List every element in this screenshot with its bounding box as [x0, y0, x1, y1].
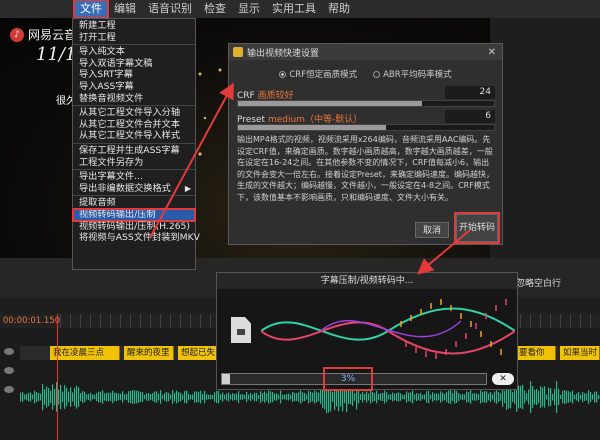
menu-item-new-project[interactable]: 新建工程	[73, 20, 195, 32]
app-icon	[233, 47, 243, 57]
menu-edit[interactable]: 编辑	[108, 0, 142, 18]
preset-param: Preset medium（中等-默认） 6	[237, 110, 495, 131]
menu-help[interactable]: 帮助	[322, 0, 356, 18]
crf-slider[interactable]	[237, 100, 495, 107]
ignore-blank-label: 忽略空白行	[516, 279, 562, 289]
progress-title: 字幕压制/视频转码中...	[217, 273, 517, 289]
progress-bar-fill	[222, 374, 230, 384]
mode-selector: CRF恒定画质模式 ABR平均码率模式	[229, 68, 502, 80]
crf-value[interactable]: 24	[445, 86, 495, 99]
menu-item-replace-media[interactable]: 替换音视频文件	[73, 93, 195, 105]
menu-bar: 文件 编辑 语音识别 检查 显示 实用工具 帮助	[0, 0, 600, 19]
menu-item-save-as[interactable]: 工程文件另存为	[73, 157, 195, 169]
menu-check[interactable]: 检查	[198, 0, 232, 18]
menu-item-save-ass[interactable]: 保存工程并生成ASS字幕	[73, 145, 195, 157]
menu-separator	[73, 142, 195, 144]
logo-text: 网易云音	[28, 28, 77, 42]
eye-icon[interactable]	[4, 348, 14, 355]
timecode-display: 00:00:01.150	[3, 316, 61, 326]
menu-item-mux-mkv[interactable]: 将视频与ASS文件封装到MKV	[73, 232, 200, 244]
preset-slider[interactable]	[237, 124, 495, 131]
track-icons	[4, 348, 16, 405]
eye-icon[interactable]	[4, 386, 14, 393]
radio-abr[interactable]: ABR平均码率模式	[373, 68, 452, 80]
preset-value[interactable]: 6	[445, 110, 495, 123]
menu-separator	[73, 105, 195, 107]
playhead[interactable]	[57, 314, 58, 440]
eye-icon[interactable]	[4, 367, 14, 374]
radio-unchecked-icon	[373, 71, 381, 78]
subtitle-clip[interactable]: 我在凌晨三点	[50, 346, 120, 360]
netease-logo: ♪ 网易云音	[10, 26, 76, 43]
start-transcode-button[interactable]: 开始转码	[454, 212, 500, 244]
progress-percent: 3%	[323, 367, 373, 391]
dialog-description: 输出MP4格式的视频，视频流采用x264编码，音频流采用AAC编码。先设定CRF…	[237, 135, 494, 202]
close-icon[interactable]: ✕	[488, 47, 496, 58]
dialog-title: 输出视频快速设置	[247, 48, 320, 59]
netease-logo-icon: ♪	[10, 27, 24, 42]
file-menu-dropdown: 新建工程 打开工程 导入纯文本 导入双语字幕文稿 导入SRT字幕 导入ASS字幕…	[72, 18, 200, 270]
menu-speech[interactable]: 语音识别	[142, 0, 198, 18]
menu-item-import-text[interactable]: 导入纯文本	[73, 46, 195, 58]
cancel-progress-icon[interactable]: ✕	[492, 373, 514, 385]
dialog-titlebar: 输出视频快速设置 ✕	[229, 44, 502, 60]
menu-item-open-project[interactable]: 打开工程	[73, 32, 195, 44]
cancel-button[interactable]: 取消	[415, 222, 449, 238]
crf-slider-fill	[238, 101, 423, 106]
menu-item-export-nle[interactable]: 导出非编数据交换格式 ▶	[73, 183, 195, 195]
video-file-icon	[231, 317, 251, 343]
radio-abr-label: ABR平均码率模式	[383, 70, 452, 80]
menu-tools[interactable]: 实用工具	[266, 0, 322, 18]
menu-item-import-style[interactable]: 从其它工程文件导入样式	[73, 130, 195, 142]
crf-param: CRF 画质较好 24	[237, 86, 495, 107]
menu-item-transcode[interactable]: 视频转码输出/压制	[72, 207, 196, 222]
menu-item-export-nle-label: 导出非编数据交换格式	[79, 182, 171, 194]
menu-item-merge-text[interactable]: 从其它工程文件合并文本	[73, 119, 195, 131]
subtitle-clip[interactable]: 想起已失	[178, 346, 218, 360]
radio-crf[interactable]: CRF恒定画质模式	[279, 68, 357, 80]
preset-slider-fill	[238, 125, 387, 130]
menu-item-import-srt[interactable]: 导入SRT字幕	[73, 69, 195, 81]
transcode-progress-dialog: 字幕压制/视频转码中... 3% ✕	[216, 272, 518, 391]
menu-file[interactable]: 文件	[73, 0, 109, 19]
subtitle-clip[interactable]: 要看你	[516, 346, 556, 360]
menu-item-import-ass[interactable]: 导入ASS字幕	[73, 81, 195, 93]
subtitle-clip[interactable]: 如果当时	[560, 346, 600, 360]
menu-separator	[73, 169, 195, 171]
progress-animation	[261, 299, 515, 359]
radio-crf-label: CRF恒定画质模式	[289, 70, 358, 80]
menu-view[interactable]: 显示	[232, 0, 266, 18]
menu-item-extract-audio[interactable]: 提取音频	[73, 197, 195, 209]
menu-item-transcode-h265[interactable]: 视频转码输出/压制(H.265)	[73, 221, 195, 233]
submenu-arrow-icon: ▶	[184, 183, 191, 193]
menu-item-export-subtitle[interactable]: 导出字幕文件...	[73, 171, 195, 183]
subtitle-clip[interactable]: 醒来的夜里	[124, 346, 174, 360]
menu-item-import-bilingual[interactable]: 导入双语字幕文稿	[73, 58, 195, 70]
radio-checked-icon	[279, 71, 287, 78]
menu-item-import-axis[interactable]: 从其它工程文件导入分轴	[73, 107, 195, 119]
output-settings-dialog: 输出视频快速设置 ✕ CRF恒定画质模式 ABR平均码率模式 CRF 画质较好 …	[228, 43, 503, 245]
